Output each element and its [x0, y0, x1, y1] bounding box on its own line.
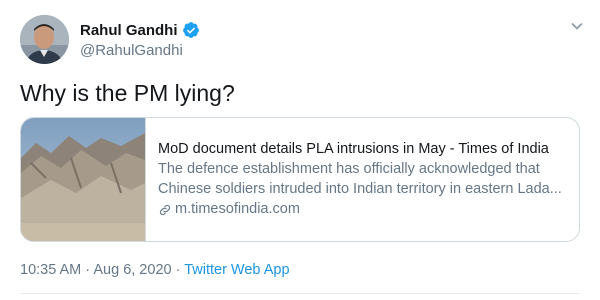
- card-description-line-1: The defence establishment has officially…: [158, 161, 540, 177]
- card-domain-row: m.timesofindia.com: [158, 200, 566, 219]
- user-info: Rahul Gandhi @RahulGandhi: [80, 20, 200, 59]
- card-body: MoD document details PLA intrusions in M…: [146, 118, 566, 241]
- user-handle[interactable]: @RahulGandhi: [80, 42, 200, 59]
- card-thumbnail: [21, 118, 146, 241]
- name-row: Rahul Gandhi: [80, 20, 200, 40]
- tweet-meta: 10:35 AM · Aug 6, 2020 · Twitter Web App: [20, 262, 290, 278]
- link-icon: [159, 204, 171, 215]
- tweet-source-link[interactable]: Twitter Web App: [184, 262, 289, 278]
- card-title: MoD document details PLA intrusions in M…: [158, 141, 549, 157]
- tweet-text: Why is the PM lying?: [20, 80, 235, 106]
- divider: [20, 293, 580, 294]
- avatar-image: [20, 15, 69, 64]
- chevron-down-icon[interactable]: [569, 18, 585, 34]
- verified-badge-icon: [182, 22, 199, 38]
- display-name[interactable]: Rahul Gandhi: [80, 22, 178, 39]
- avatar[interactable]: [20, 15, 69, 64]
- mountain-image: [21, 118, 145, 241]
- card-description-line-2: Chinese soldiers intruded into Indian te…: [158, 181, 562, 197]
- meta-separator: ·: [81, 262, 94, 278]
- tweet: Rahul Gandhi @RahulGandhi Why is the PM …: [0, 0, 600, 300]
- card-domain: m.timesofindia.com: [175, 201, 300, 217]
- tweet-date[interactable]: Aug 6, 2020: [93, 262, 171, 278]
- meta-separator: ·: [171, 262, 185, 278]
- tweet-time[interactable]: 10:35 AM: [20, 262, 81, 278]
- link-card[interactable]: MoD document details PLA intrusions in M…: [20, 117, 580, 242]
